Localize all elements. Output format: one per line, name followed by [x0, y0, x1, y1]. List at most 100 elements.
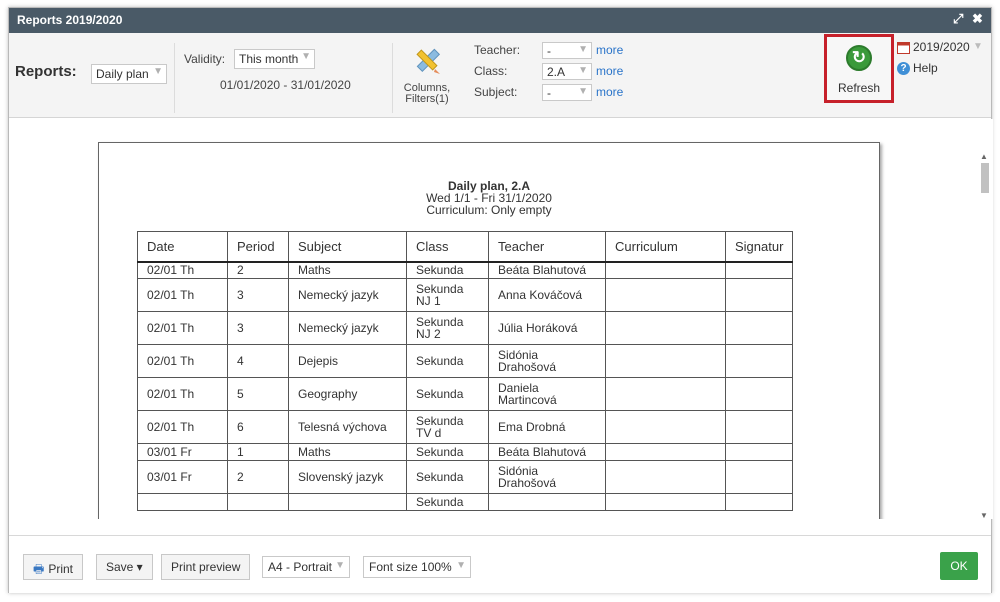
page-format-select[interactable]: A4 - Portrait ▼	[262, 556, 350, 578]
table-cell: 3	[227, 278, 289, 312]
font-size-select[interactable]: Font size 100% ▼	[363, 556, 471, 578]
table-cell	[605, 460, 726, 494]
print-label: Print	[48, 562, 74, 576]
class-label: Class:	[474, 64, 508, 78]
table-cell: Sekunda	[406, 493, 489, 511]
print-preview-button[interactable]: Print preview	[161, 554, 251, 580]
report-page: Daily plan, 2.A Wed 1/1 - Fri 31/1/2020 …	[98, 142, 880, 519]
reports-label: Reports:	[15, 63, 77, 80]
teacher-label: Teacher:	[474, 43, 521, 57]
table-cell: 03/01 Fr	[137, 443, 228, 461]
validity-value: This month	[239, 52, 299, 66]
validity-label: Validity:	[184, 52, 226, 66]
report-preview-area: Daily plan, 2.A Wed 1/1 - Fri 31/1/2020 …	[9, 119, 977, 519]
teacher-more-link[interactable]: more	[596, 43, 623, 57]
column-header: Class	[406, 231, 489, 263]
table-cell: Geography	[288, 377, 407, 411]
table-row: 02/01 Th 2 Maths Sekunda Beáta Blahutová	[137, 261, 794, 279]
subject-select[interactable]: - ▼	[542, 84, 592, 101]
table-cell	[724, 278, 794, 312]
chevron-down-icon: ▼	[456, 560, 466, 571]
help-icon: ?	[897, 62, 910, 75]
table-row: 03/01 Fr 1 Maths Sekunda Beáta Blahutová	[137, 443, 794, 461]
table-cell	[227, 493, 289, 511]
close-icon[interactable]: ✖	[972, 11, 983, 27]
class-more-link[interactable]: more	[596, 64, 623, 78]
table-cell: 02/01 Th	[137, 410, 228, 444]
teacher-select[interactable]: - ▼	[542, 42, 592, 59]
scrollbar-thumb[interactable]	[981, 163, 989, 193]
table-cell: 02/01 Th	[137, 261, 228, 279]
table-cell	[605, 377, 726, 411]
table-cell: Sekunda	[406, 261, 489, 279]
refresh-icon: ↻	[846, 45, 872, 71]
table-cell: 02/01 Th	[137, 311, 228, 345]
table-cell	[724, 311, 794, 345]
class-value: 2.A	[547, 65, 566, 79]
table-header-row: Date Period Subject Class Teacher Curric…	[137, 231, 794, 263]
chevron-down-icon: ▼	[578, 65, 588, 76]
report-curriculum: Curriculum: Only empty	[426, 203, 552, 217]
scroll-down-icon[interactable]: ▼	[980, 511, 988, 520]
subject-value: -	[547, 86, 551, 100]
teacher-value: -	[547, 44, 551, 58]
table-cell: Sidónia Drahošová	[488, 344, 606, 378]
table-cell: 02/01 Th	[137, 377, 228, 411]
table-cell: 4	[227, 344, 289, 378]
chevron-down-icon: ▼	[578, 86, 588, 97]
report-type-select[interactable]: Daily plan ▼	[91, 64, 167, 84]
column-header: Subject	[288, 231, 407, 263]
column-header: Signatur	[724, 231, 794, 263]
column-header: Period	[227, 231, 289, 263]
table-cell: Maths	[288, 443, 407, 461]
table-cell: 3	[227, 311, 289, 345]
chevron-down-icon: ▼	[301, 51, 311, 62]
window-title: Reports 2019/2020	[17, 13, 123, 27]
table-cell: 02/01 Th	[137, 278, 228, 312]
table-cell: Nemecký jazyk	[288, 311, 407, 345]
save-button[interactable]: Save ▾	[96, 554, 153, 580]
refresh-label: Refresh	[837, 81, 881, 95]
page-format-value: A4 - Portrait	[268, 560, 333, 574]
columns-filters-button[interactable]: Columns, Filters(1)	[397, 41, 457, 113]
table-cell	[724, 410, 794, 444]
table-cell: Nemecký jazyk	[288, 278, 407, 312]
ok-button[interactable]: OK	[940, 552, 978, 580]
year-select[interactable]: 2019/2020 ▼	[897, 40, 989, 56]
chevron-down-icon: ▼	[153, 66, 163, 77]
divider	[392, 43, 393, 113]
font-size-value: Font size 100%	[369, 560, 452, 574]
print-button[interactable]: 🖶 Print	[23, 554, 84, 580]
table-cell: Sekunda	[406, 443, 489, 461]
date-range: 01/01/2020 - 31/01/2020	[220, 78, 351, 92]
validity-select[interactable]: This month ▼	[234, 49, 315, 69]
column-header: Teacher	[488, 231, 606, 263]
class-select[interactable]: 2.A ▼	[542, 63, 592, 80]
subject-label: Subject:	[474, 85, 518, 99]
subject-more-link[interactable]: more	[596, 85, 623, 99]
maximize-icon[interactable]: ⤢	[953, 11, 963, 27]
scroll-up-icon[interactable]: ▲	[980, 152, 988, 161]
table-cell	[488, 493, 606, 511]
year-value: 2019/2020	[913, 40, 970, 54]
printer-icon: 🖶	[33, 562, 45, 576]
table-cell	[724, 460, 794, 494]
help-label: Help	[913, 61, 938, 75]
table-cell: Sekunda TV d	[406, 410, 489, 444]
help-link[interactable]: ? Help	[897, 61, 957, 77]
table-cell: Júlia Horáková	[488, 311, 606, 345]
table-cell	[605, 443, 726, 461]
vertical-scrollbar[interactable]: ▲ ▼	[977, 119, 993, 520]
table-cell: 2	[227, 261, 289, 279]
column-header: Date	[137, 231, 228, 263]
table-cell: 5	[227, 377, 289, 411]
table-cell: Sidónia Drahošová	[488, 460, 606, 494]
footer-bar: 🖶 Print Save ▾ Print preview A4 - Portrai…	[9, 535, 991, 593]
table-cell	[605, 410, 726, 444]
table-cell: Beáta Blahutová	[488, 443, 606, 461]
table-cell	[605, 311, 726, 345]
pencil-ruler-icon	[416, 48, 441, 74]
table-row: Sekunda	[137, 493, 794, 511]
refresh-button[interactable]: ↻ Refresh	[824, 34, 894, 103]
table-cell: Slovenský jazyk	[288, 460, 407, 494]
